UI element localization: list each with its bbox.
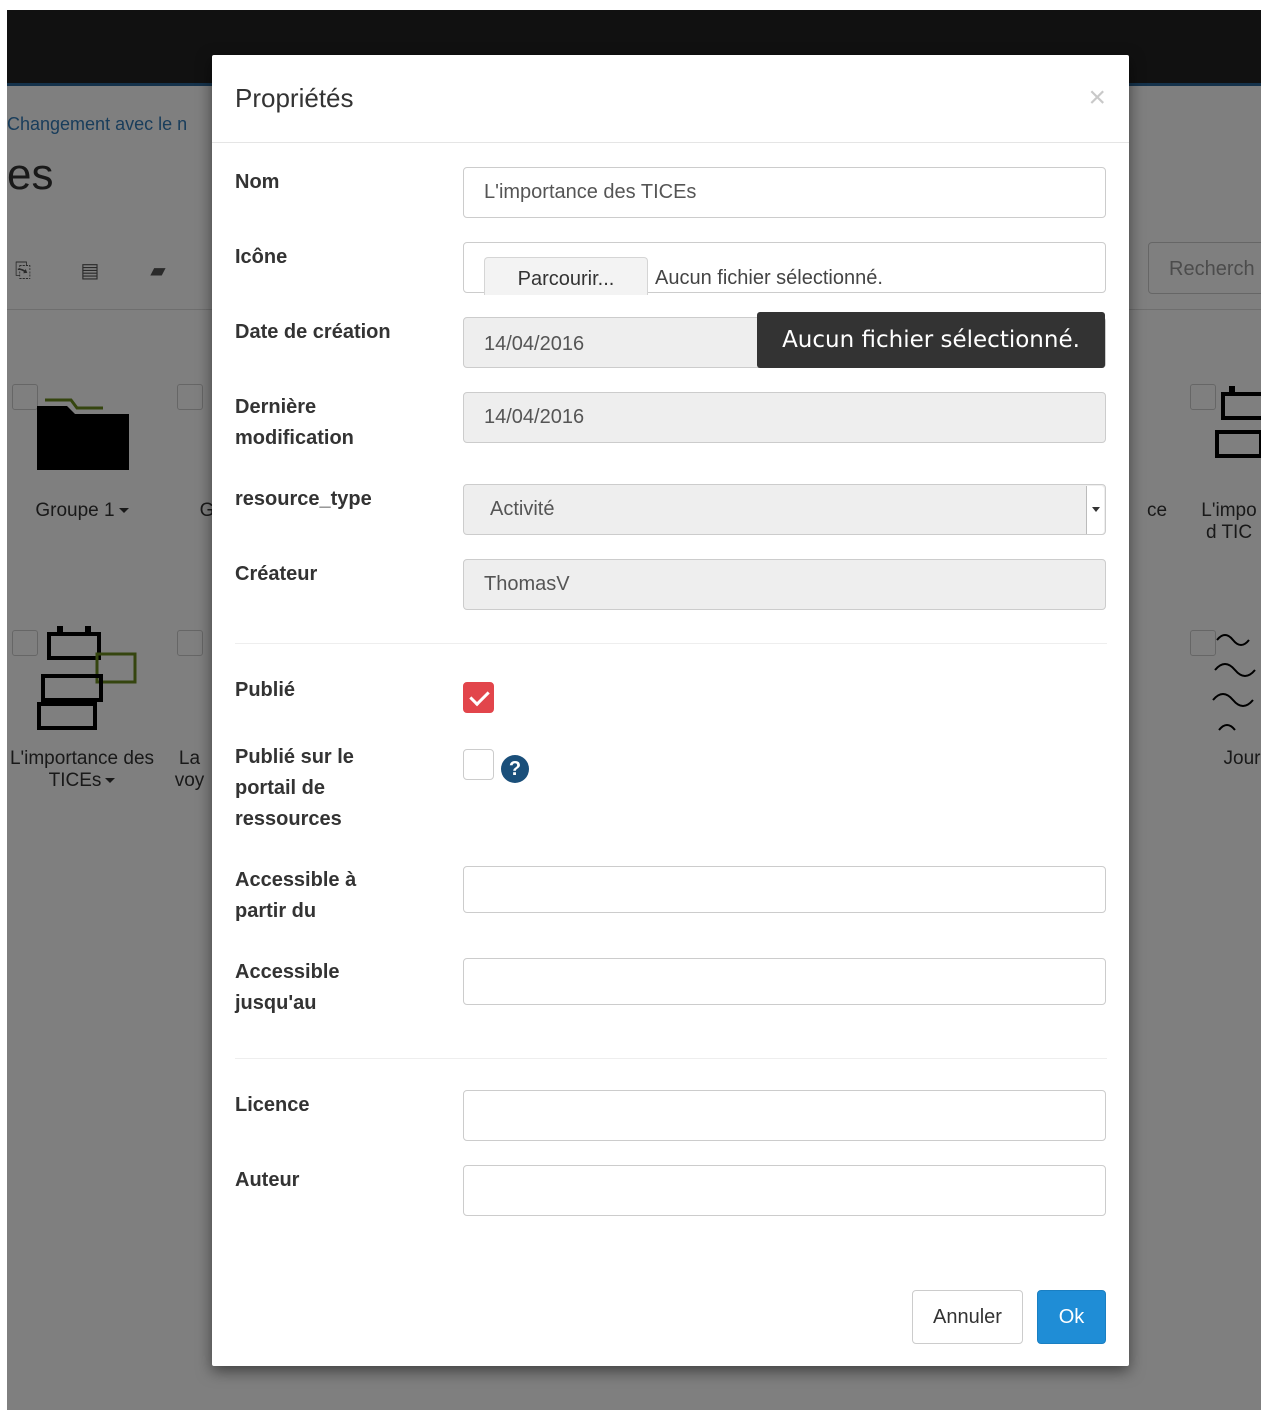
accessible-debut-label: Accessible à partir du [235, 869, 357, 922]
auteur-label: Auteur [235, 1169, 300, 1191]
nom-input[interactable]: L'importance des TICEs [463, 167, 1106, 218]
screen: Changement avec le n es ⎘ ▤ ▰ Recherch G… [7, 10, 1261, 1410]
file-status-text: Aucun fichier sélectionné. [655, 267, 883, 289]
publie-label: Publié [235, 679, 296, 701]
createur-label: Créateur [235, 563, 318, 585]
auteur-input[interactable] [463, 1165, 1106, 1216]
derniere-modification-label: Dernière modification [235, 396, 354, 449]
accessible-fin-input[interactable] [463, 958, 1106, 1005]
publie-portail-label: Publié sur le portail de ressources [235, 746, 354, 830]
icone-label: Icône [235, 246, 288, 268]
divider [235, 1058, 1107, 1059]
modal-title: Propriétés [235, 83, 354, 113]
accessible-fin-label: Accessible jusqu'au [235, 961, 340, 1014]
licence-label: Licence [235, 1094, 310, 1116]
date-creation-label: Date de création [235, 321, 391, 343]
browse-button[interactable]: Parcourir... [484, 257, 648, 295]
nom-label: Nom [235, 171, 280, 193]
file-tooltip: Aucun fichier sélectionné. [757, 312, 1105, 368]
createur-field: ThomasV [463, 559, 1106, 610]
resource-type-label: resource_type [235, 488, 372, 510]
ok-button[interactable]: Ok [1037, 1290, 1106, 1344]
modal-header: Propriétés × [212, 55, 1129, 143]
publie-portail-checkbox[interactable] [463, 749, 494, 780]
publie-checkbox[interactable] [463, 682, 494, 713]
divider [235, 643, 1107, 644]
properties-modal: Propriétés × Nom L'importance des TICEs … [212, 55, 1129, 1366]
licence-input[interactable] [463, 1090, 1106, 1141]
chevron-down-icon[interactable] [1086, 486, 1104, 534]
cancel-button[interactable]: Annuler [912, 1290, 1023, 1344]
accessible-debut-input[interactable] [463, 866, 1106, 913]
derniere-modification-field: 14/04/2016 [463, 392, 1106, 443]
close-icon[interactable]: × [1088, 83, 1106, 113]
help-icon[interactable]: ? [501, 755, 529, 783]
resource-type-select[interactable]: Activité [463, 484, 1106, 535]
